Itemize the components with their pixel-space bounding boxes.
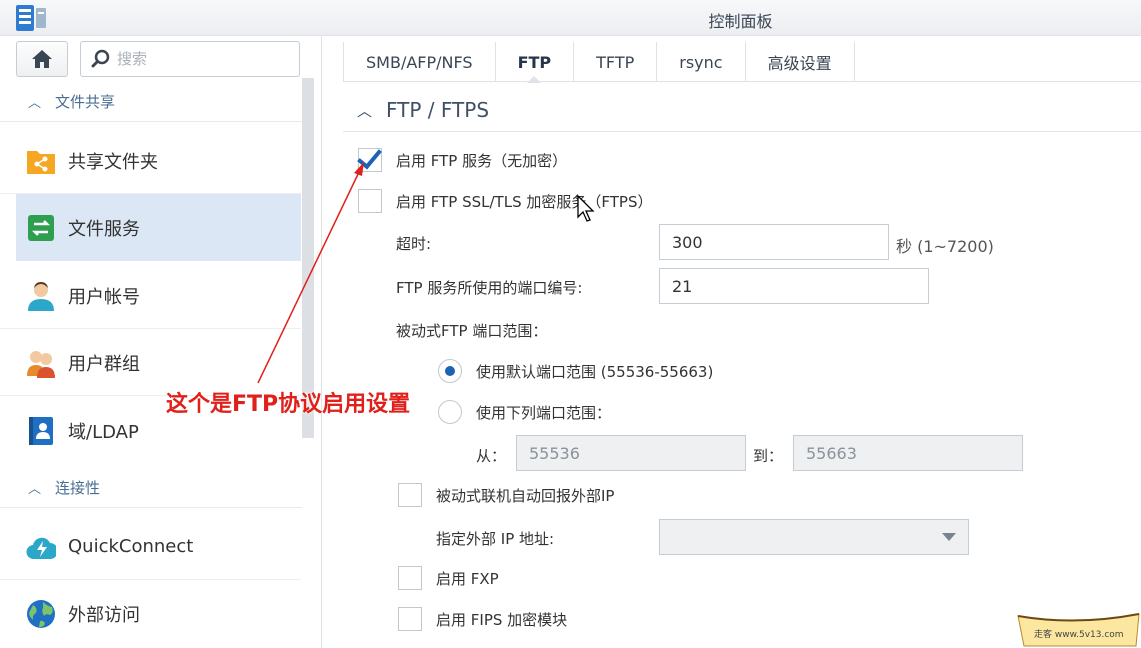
custom-range-radio[interactable] — [438, 400, 462, 424]
section-label: 连接性 — [55, 479, 101, 497]
report-external-ip-label: 被动式联机自动回报外部IP — [436, 486, 615, 505]
enable-fips-label: 启用 FIPS 加密模块 — [436, 610, 568, 629]
custom-range-row: 使用下列端口范围： — [438, 400, 611, 424]
sidebar-scrollbar[interactable] — [302, 78, 314, 438]
sidebar-item-label: QuickConnect — [68, 536, 194, 557]
sidebar-item-label: 用户帐号 — [68, 286, 140, 308]
enable-fxp-label: 启用 FXP — [436, 569, 499, 588]
chevron-up-icon: ︿ — [28, 96, 42, 111]
range-to-input[interactable]: 55663 — [793, 435, 1023, 471]
home-button[interactable] — [16, 41, 68, 77]
sidebar-item-label: 用户群组 — [68, 353, 140, 375]
enable-fips-checkbox[interactable] — [398, 607, 422, 631]
chevron-up-icon: ︿ — [28, 482, 42, 497]
domain-ldap-icon — [26, 416, 56, 446]
tab-ftp[interactable]: FTP — [496, 42, 575, 82]
sidebar-item-label: 文件服务 — [68, 218, 140, 240]
watermark-logo: 走客 www.5v13.com — [1016, 612, 1141, 648]
port-label: FTP 服务所使用的端口编号: — [396, 279, 583, 297]
timeout-input[interactable]: 300 — [659, 224, 889, 260]
external-ip-select[interactable] — [659, 519, 969, 555]
search-input[interactable] — [117, 50, 287, 68]
external-ip-label: 指定外部 IP 地址: — [436, 530, 555, 548]
timeout-suffix: 秒 (1~7200) — [896, 237, 994, 256]
user-icon — [26, 281, 56, 311]
default-range-row: 使用默认端口范围 (55536-55663) — [438, 359, 713, 383]
search-icon — [91, 49, 110, 68]
enable-ftp-label: 启用 FTP 服务（无加密） — [396, 151, 568, 170]
search-box[interactable] — [80, 41, 300, 77]
annotation-text: 这个是FTP协议启用设置 — [166, 392, 411, 417]
home-icon — [32, 50, 52, 68]
tab-tftp[interactable]: TFTP — [574, 42, 658, 82]
file-services-icon — [26, 213, 56, 243]
shared-folder-icon — [26, 146, 56, 176]
group-title: FTP / FTPS — [386, 98, 490, 122]
tab-smb-afp-nfs[interactable]: SMB/AFP/NFS — [343, 42, 496, 82]
main-panel: SMB/AFP/NFS FTP TFTP rsync 高级设置 ︿ FTP / … — [323, 36, 1141, 648]
default-range-label: 使用默认端口范围 (55536-55663) — [476, 362, 714, 381]
sidebar: ︿ 文件共享 共享文件夹 文件服务 用户帐号 用户群组 域/LDAP — [0, 36, 322, 648]
enable-ftps-row: 启用 FTP SSL/TLS 加密服务（FTPS） — [358, 189, 652, 213]
ftp-group-header[interactable]: ︿ FTP / FTPS — [357, 98, 489, 122]
tab-rsync[interactable]: rsync — [657, 42, 746, 82]
enable-ftps-checkbox[interactable] — [358, 189, 382, 213]
to-label: 到： — [753, 447, 784, 465]
globe-icon — [26, 599, 56, 629]
quickconnect-icon — [26, 532, 56, 562]
enable-ftp-checkbox[interactable] — [358, 148, 382, 172]
watermark-text: 走客 www.5v13.com — [1034, 630, 1124, 640]
report-external-ip-checkbox[interactable] — [398, 483, 422, 507]
divider — [343, 131, 1141, 132]
enable-fips-row: 启用 FIPS 加密模块 — [398, 607, 567, 631]
enable-ftps-label: 启用 FTP SSL/TLS 加密服务（FTPS） — [396, 192, 653, 211]
chevron-up-icon: ︿ — [357, 101, 373, 120]
tab-bar: SMB/AFP/NFS FTP TFTP rsync 高级设置 — [343, 42, 1141, 82]
sidebar-item-quickconnect[interactable]: QuickConnect — [0, 513, 301, 580]
group-icon — [26, 348, 56, 378]
enable-fxp-row: 启用 FXP — [398, 566, 499, 590]
passive-range-label: 被动式FTP 端口范围： — [396, 322, 548, 340]
mouse-cursor-icon — [577, 195, 595, 222]
custom-range-label: 使用下列端口范围： — [476, 403, 612, 422]
sidebar-item-label: 外部访问 — [68, 604, 140, 626]
window-title: 控制面板 — [708, 12, 773, 31]
report-external-ip-row: 被动式联机自动回报外部IP — [398, 483, 614, 507]
dropdown-arrow-icon — [942, 533, 956, 541]
section-file-sharing[interactable]: ︿ 文件共享 — [0, 82, 302, 122]
sidebar-item-user-accounts[interactable]: 用户帐号 — [0, 262, 301, 329]
sidebar-item-label: 共享文件夹 — [68, 151, 158, 173]
sidebar-item-file-services[interactable]: 文件服务 — [16, 194, 301, 261]
timeout-label: 超时: — [396, 235, 432, 253]
default-range-radio[interactable] — [438, 359, 462, 383]
tab-advanced-settings[interactable]: 高级设置 — [746, 42, 855, 82]
title-bar: 控制面板 — [0, 0, 1141, 36]
from-label: 从： — [476, 447, 507, 465]
section-connectivity[interactable]: ︿ 连接性 — [0, 468, 302, 508]
sidebar-item-shared-folder[interactable]: 共享文件夹 — [0, 127, 301, 194]
enable-fxp-checkbox[interactable] — [398, 566, 422, 590]
port-input[interactable]: 21 — [659, 268, 929, 304]
sidebar-item-external-access[interactable]: 外部访问 — [16, 580, 301, 647]
sidebar-item-label: 域/LDAP — [68, 421, 139, 443]
section-label: 文件共享 — [55, 93, 116, 111]
range-from-input[interactable]: 55536 — [516, 435, 746, 471]
enable-ftp-row: 启用 FTP 服务（无加密） — [358, 148, 567, 172]
